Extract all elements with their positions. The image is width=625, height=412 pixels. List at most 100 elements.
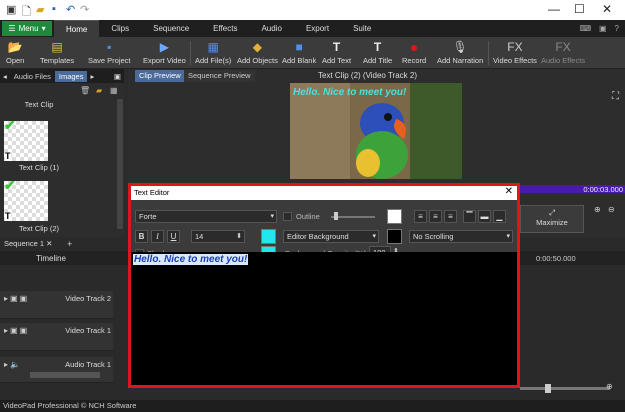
chevron-right-icon[interactable]: ▸ bbox=[4, 326, 8, 335]
toolbar-divider bbox=[488, 41, 489, 65]
delete-icon[interactable]: 🗑 bbox=[80, 86, 90, 95]
sequence-tab[interactable]: Sequence 1 ✕ bbox=[4, 239, 52, 248]
scrolling-value: No Scrolling bbox=[413, 232, 454, 241]
add-narration-button[interactable]: 🎙 Add Narration bbox=[437, 39, 483, 66]
pin-icon[interactable]: ▣ bbox=[111, 72, 124, 81]
zoom-slider[interactable] bbox=[520, 387, 610, 390]
background-mode-select[interactable]: Editor Background ▾ bbox=[283, 230, 379, 243]
italic-button[interactable]: I bbox=[151, 230, 164, 243]
tab-images[interactable]: Images bbox=[54, 70, 88, 82]
font-size-stepper[interactable]: 14 ⬍ bbox=[191, 230, 245, 243]
maximize-window-icon[interactable]: ☐ bbox=[574, 2, 585, 16]
selected-text[interactable]: Hello. Nice to meet you! bbox=[133, 254, 249, 265]
minimize-icon[interactable]: — bbox=[548, 2, 560, 16]
add-files-button[interactable]: ▦ Add File(s) bbox=[195, 39, 231, 66]
help-icon[interactable]: ? bbox=[615, 24, 619, 33]
align-center-icon[interactable]: ≡ bbox=[429, 210, 442, 223]
maximize-label: Maximize bbox=[536, 218, 568, 227]
zoom-slider-handle[interactable] bbox=[545, 384, 551, 393]
record-button[interactable]: ● Record bbox=[402, 39, 426, 66]
outline-checkbox[interactable] bbox=[283, 212, 292, 221]
video-frame: Hello. Nice to meet you! bbox=[290, 83, 462, 179]
clip-thumbnail[interactable]: ✔ T bbox=[4, 117, 48, 161]
valign-top-icon[interactable]: ▔ bbox=[463, 210, 476, 223]
toolbar: 📂 Open ▤ Templates ▪ Save Project ▶ Export V… bbox=[0, 37, 625, 69]
undo-icon[interactable]: ↶ bbox=[66, 3, 75, 16]
add-blank-button[interactable]: ■ Add Blank bbox=[282, 39, 316, 66]
open-folder-icon[interactable]: ▰ bbox=[36, 3, 44, 16]
menu-button[interactable]: ☰ Menu ▾ bbox=[2, 21, 52, 36]
chevron-right-icon[interactable]: ▸ bbox=[4, 360, 8, 369]
lock-icon[interactable]: ▣ bbox=[20, 326, 28, 335]
zoom-in-icon[interactable]: ⊕ bbox=[594, 205, 601, 214]
tab-effects[interactable]: Effects bbox=[201, 20, 249, 37]
hamburger-icon: ☰ bbox=[8, 24, 16, 33]
chevron-right-icon[interactable]: ▸ bbox=[4, 294, 8, 303]
scrollbar[interactable] bbox=[117, 99, 123, 229]
open-button[interactable]: 📂 Open bbox=[6, 39, 24, 66]
tab-audio[interactable]: Audio bbox=[249, 20, 293, 37]
clip-thumbnail-selected[interactable]: ✔ T bbox=[4, 177, 48, 221]
close-icon[interactable]: ✕ bbox=[46, 239, 52, 248]
save-project-button[interactable]: ▪ Save Project bbox=[88, 39, 131, 66]
tab-audio-files[interactable]: Audio Files bbox=[10, 71, 55, 82]
align-right-icon[interactable]: ≡ bbox=[444, 210, 457, 223]
close-icon[interactable]: ✕ bbox=[505, 186, 513, 197]
chevron-right-icon[interactable]: ▸ bbox=[87, 72, 97, 81]
redo-icon[interactable]: ↷ bbox=[80, 3, 89, 16]
valign-middle-icon[interactable]: ▬ bbox=[478, 210, 491, 223]
zoom-out-icon[interactable]: ⊖ bbox=[608, 205, 615, 214]
export-video-icon: ▶ bbox=[159, 39, 170, 54]
eye-icon[interactable]: ▣ bbox=[10, 326, 18, 335]
align-left-icon[interactable]: ≡ bbox=[414, 210, 427, 223]
eye-icon[interactable]: ▣ bbox=[10, 294, 18, 303]
valign-bottom-icon[interactable]: ▁ bbox=[493, 210, 506, 223]
keyboard-icon[interactable]: ⌨ bbox=[579, 24, 591, 33]
scrolling-select[interactable]: No Scrolling ▾ bbox=[409, 230, 513, 243]
ruler-mark: 0:00:50.000 bbox=[536, 254, 576, 263]
volume-slider[interactable] bbox=[30, 372, 100, 378]
zoom-in-icon[interactable]: ⊕ bbox=[606, 382, 613, 391]
add-title-button[interactable]: T Add Title bbox=[363, 39, 392, 66]
video-effects-button[interactable]: FX Video Effects bbox=[493, 39, 537, 66]
fullscreen-icon[interactable]: ⛶ bbox=[612, 91, 619, 102]
add-text-button[interactable]: T Add Text bbox=[322, 39, 351, 66]
text-color-swatch[interactable] bbox=[261, 229, 276, 244]
folder-icon: 📂 bbox=[7, 39, 23, 54]
timeline-label: Timeline bbox=[36, 254, 66, 263]
audio-effects-button[interactable]: FX Audio Effects bbox=[541, 39, 586, 66]
speaker-icon[interactable]: 🔈 bbox=[10, 360, 20, 369]
add-objects-button[interactable]: ◆ Add Objects bbox=[237, 39, 278, 66]
tab-clip-preview[interactable]: Clip Preview bbox=[135, 70, 185, 82]
maximize-button[interactable]: ⤢ Maximize bbox=[520, 205, 584, 233]
tab-export[interactable]: Export bbox=[294, 20, 341, 37]
grid-view-icon[interactable]: ▦ bbox=[110, 86, 118, 95]
bold-button[interactable]: B bbox=[135, 230, 148, 243]
templates-button[interactable]: ▤ Templates bbox=[40, 39, 74, 66]
chevron-left-icon[interactable]: ◂ bbox=[0, 72, 10, 81]
underline-button[interactable]: U bbox=[167, 230, 180, 243]
audio-effects-label: Audio Effects bbox=[541, 56, 586, 65]
save-icon[interactable]: ▪ bbox=[52, 3, 56, 15]
chevron-down-icon: ▾ bbox=[506, 233, 510, 240]
tab-sequence-preview[interactable]: Sequence Preview bbox=[184, 70, 255, 82]
text-edit-area[interactable]: Hello. Nice to meet you! bbox=[131, 252, 517, 385]
tab-suite[interactable]: Suite bbox=[341, 20, 383, 37]
track-controls: ▸ ▣ ▣ bbox=[4, 294, 27, 303]
lock-icon[interactable]: ▣ bbox=[20, 294, 28, 303]
menu-bar: ☰ Menu ▾ Home Clips Sequence Effects Audio… bbox=[0, 20, 625, 37]
outline-color-swatch[interactable] bbox=[387, 209, 402, 224]
tab-home[interactable]: Home bbox=[54, 20, 100, 37]
font-size-value: 14 bbox=[195, 232, 204, 241]
tab-sequence[interactable]: Sequence bbox=[141, 20, 201, 37]
outline-slider-handle[interactable] bbox=[334, 212, 338, 220]
add-sequence-icon[interactable]: + bbox=[67, 239, 72, 249]
close-window-icon[interactable]: ✕ bbox=[602, 2, 612, 16]
export-video-button[interactable]: ▶ Export Video bbox=[143, 39, 186, 66]
tab-clips[interactable]: Clips bbox=[99, 20, 141, 37]
app-icon: ▣ bbox=[6, 4, 17, 16]
background-color-swatch[interactable] bbox=[387, 229, 402, 244]
folder-icon[interactable]: ▰ bbox=[96, 86, 102, 95]
account-icon[interactable]: ▣ bbox=[599, 24, 607, 33]
font-select[interactable]: Forte ▾ bbox=[135, 210, 277, 223]
